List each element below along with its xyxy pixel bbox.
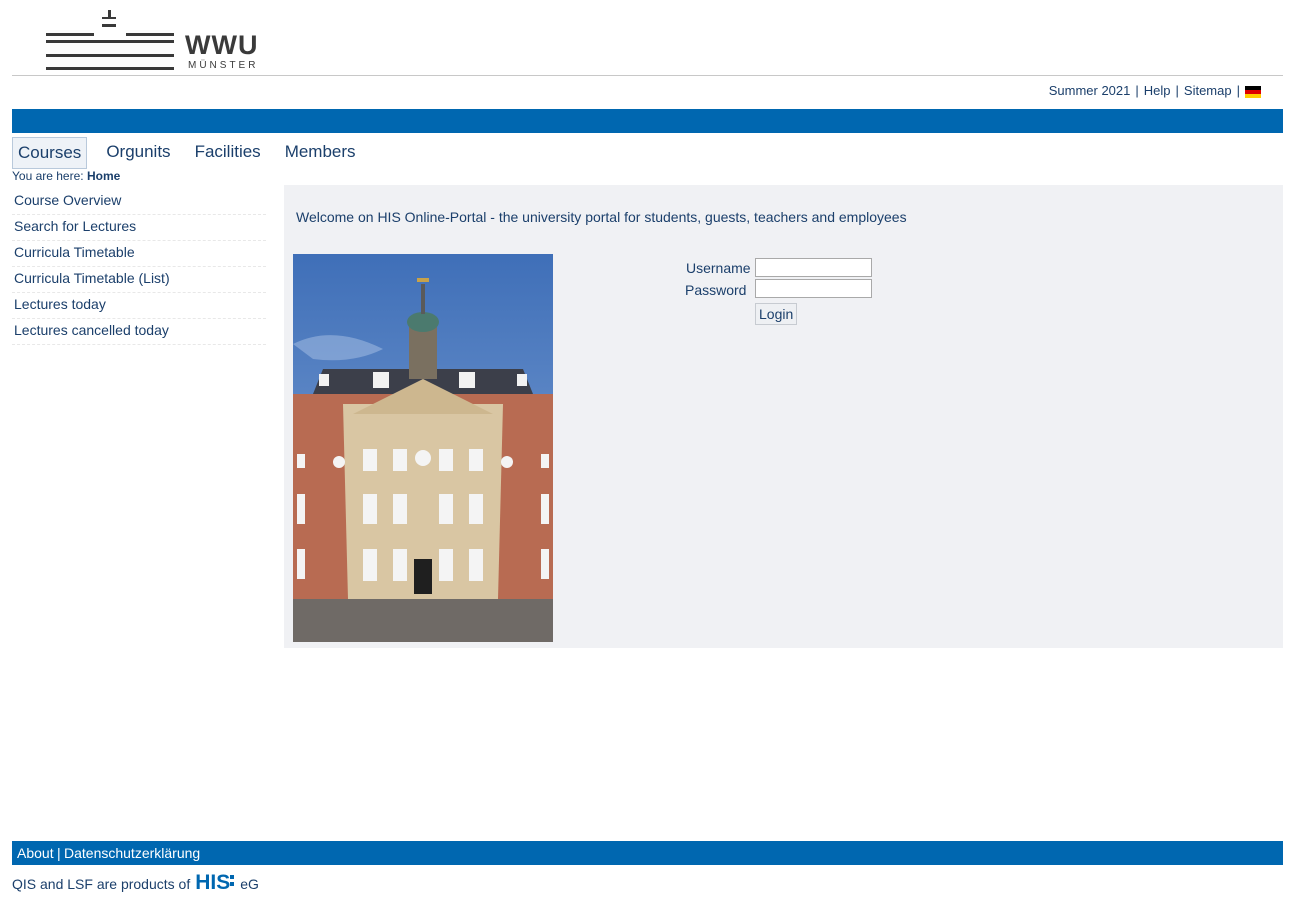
- products-text: QIS and LSF are products of: [12, 876, 191, 892]
- privacy-link[interactable]: Datenschutzerklärung: [64, 845, 200, 861]
- separator: |: [1135, 83, 1139, 98]
- sidebar-item-label[interactable]: Search for Lectures: [14, 218, 136, 234]
- main-content: Welcome on HIS Online-Portal - the unive…: [284, 185, 1283, 648]
- sidebar-item-lectures-today[interactable]: Lectures today: [12, 293, 266, 319]
- login-button[interactable]: Login: [755, 303, 798, 325]
- castle-illustration: [293, 254, 553, 642]
- sidebar-item-label[interactable]: Curricula Timetable: [14, 244, 135, 260]
- top-links: Summer 2021 | Help | Sitemap |: [1049, 83, 1261, 98]
- separator: |: [1236, 83, 1240, 98]
- help-link[interactable]: Help: [1144, 83, 1171, 98]
- username-input[interactable]: [755, 258, 872, 277]
- sidebar-item-curricula-timetable[interactable]: Curricula Timetable: [12, 241, 266, 267]
- password-input[interactable]: [755, 279, 872, 298]
- wwu-logo[interactable]: WWU MÜNSTER: [46, 10, 266, 72]
- breadcrumb-current: Home: [86, 169, 121, 183]
- his-eg-text: eG: [240, 876, 259, 892]
- his-logo[interactable]: HIS: [195, 871, 230, 895]
- breadcrumb-prefix: You are here:: [12, 169, 84, 183]
- sidebar-item-lectures-cancelled-today[interactable]: Lectures cancelled today: [12, 319, 266, 345]
- tab-orgunits[interactable]: Orgunits: [101, 137, 175, 169]
- sitemap-link[interactable]: Sitemap: [1184, 83, 1232, 98]
- about-link[interactable]: About: [17, 845, 54, 861]
- breadcrumb: You are here: Home: [12, 169, 120, 183]
- semester-link[interactable]: Summer 2021: [1049, 83, 1131, 98]
- sidebar-item-label[interactable]: Course Overview: [14, 192, 121, 208]
- products-note: QIS and LSF are products of HIS eG: [12, 871, 259, 895]
- sidebar-item-course-overview[interactable]: Course Overview: [12, 189, 266, 215]
- sidebar-item-label[interactable]: Lectures today: [14, 296, 106, 312]
- main-navigation: Courses Orgunits Facilities Members: [12, 137, 375, 169]
- logo-wordmark: WWU: [185, 30, 259, 60]
- tab-courses[interactable]: Courses: [12, 137, 88, 169]
- logo-subtitle: MÜNSTER: [188, 60, 259, 71]
- tab-facilities[interactable]: Facilities: [190, 137, 266, 169]
- sidebar-item-search-lectures[interactable]: Search for Lectures: [12, 215, 266, 241]
- sidebar-item-label[interactable]: Lectures cancelled today: [14, 322, 169, 338]
- username-label: Username: [686, 260, 751, 276]
- top-blue-bar: [12, 109, 1283, 133]
- sidebar-item-label[interactable]: Curricula Timetable (List): [14, 270, 170, 286]
- germany-flag-icon[interactable]: [1245, 86, 1261, 98]
- welcome-text: Welcome on HIS Online-Portal - the unive…: [296, 209, 907, 225]
- sidebar-item-curricula-timetable-list[interactable]: Curricula Timetable (List): [12, 267, 266, 293]
- his-logo-dots: [230, 875, 236, 889]
- tab-members[interactable]: Members: [280, 137, 361, 169]
- separator: |: [1175, 83, 1179, 98]
- university-castle-photo: [293, 254, 553, 642]
- sidebar-navigation: Course Overview Search for Lectures Curr…: [12, 189, 266, 345]
- footer-separator: |: [57, 845, 61, 861]
- wwu-logo-mark: [46, 10, 176, 72]
- footer-bar: About | Datenschutzerklärung: [12, 841, 1283, 865]
- password-label: Password: [685, 282, 747, 298]
- header-divider: [12, 75, 1283, 76]
